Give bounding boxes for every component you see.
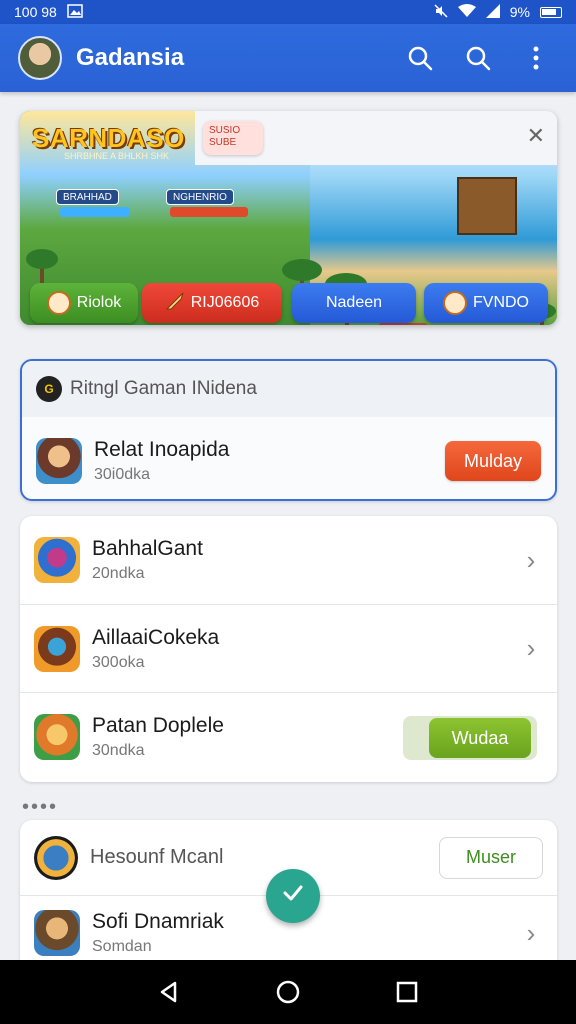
avatar[interactable] xyxy=(18,36,62,80)
recents-icon[interactable] xyxy=(385,970,429,1014)
featured-header: G Ritngl Gaman INidena xyxy=(22,361,555,417)
item-subtitle: Somdan xyxy=(92,938,152,955)
siege-tower-icon xyxy=(457,177,517,235)
banner-button-2-label: RIJ06606 xyxy=(190,294,260,311)
game-icon xyxy=(34,537,80,583)
hud-bar-left xyxy=(60,207,130,217)
image-icon xyxy=(67,3,83,21)
check-fab[interactable] xyxy=(266,869,320,923)
list-item[interactable]: Patan Doplele 30ndka Wudaa xyxy=(20,692,557,780)
mute-icon xyxy=(434,3,448,21)
play-button[interactable]: Mulday xyxy=(445,441,541,481)
chevron-right-icon[interactable]: › xyxy=(519,918,543,949)
item-title: Relat Inoapida xyxy=(94,438,230,461)
banner-button-4[interactable]: FVNDO xyxy=(424,283,548,323)
banner-button-3[interactable]: Nadeen xyxy=(292,283,416,323)
featured-card: G Ritngl Gaman INidena Relat Inoapida 30… xyxy=(20,359,557,501)
pagoda-icon xyxy=(378,323,428,325)
banner-logo: SARNDASO xyxy=(32,123,185,153)
app-bar: Gadansia xyxy=(0,24,576,92)
back-icon[interactable] xyxy=(147,970,191,1014)
game-list: BahhalGant 20ndka › AillaaiCokeka 300oka… xyxy=(20,516,557,782)
item-title: BahhalGant xyxy=(92,537,203,560)
status-time: 100 98 xyxy=(14,4,57,20)
list-item[interactable]: AillaaiCokeka 300oka › xyxy=(20,604,557,692)
banner-button-1[interactable]: Riolok xyxy=(30,283,138,323)
check-icon xyxy=(281,881,305,912)
status-bar: 100 98 9% xyxy=(0,0,576,24)
palm-tree-icon xyxy=(282,259,322,281)
chevron-right-icon[interactable]: › xyxy=(519,633,543,664)
game-icon xyxy=(34,910,80,956)
game-icon xyxy=(34,835,78,880)
coin-icon xyxy=(46,291,71,315)
list-item[interactable]: BahhalGant 20ndka › xyxy=(20,516,557,604)
app-title: Gadansia xyxy=(76,44,185,71)
wifi-icon xyxy=(457,3,476,21)
banner-button-3-label: Nadeen xyxy=(325,294,383,311)
section-header-text: Hesounf Mcanl xyxy=(90,846,224,868)
search-icon[interactable] xyxy=(398,36,442,80)
install-button[interactable]: Wudaa xyxy=(429,718,531,758)
banner-chip[interactable]: SUSIO SUBE xyxy=(203,121,263,155)
banner-button-1-label: Riolok xyxy=(76,294,122,311)
system-nav-bar xyxy=(0,960,576,1024)
item-subtitle: 20ndka xyxy=(92,565,145,582)
more-button[interactable]: Muser xyxy=(439,836,543,879)
promo-banner[interactable]: SARNDASO SHRBHNE A BHLKH SHK SUSIO SUBE … xyxy=(20,111,557,325)
item-subtitle: 300oka xyxy=(92,653,145,671)
game-icon xyxy=(36,438,82,484)
hud-label-left: BRAHHAD xyxy=(56,189,119,205)
item-title: AillaaiCokeka xyxy=(92,625,220,649)
more-vert-icon[interactable] xyxy=(514,36,558,80)
hud-bar-right xyxy=(170,207,248,217)
close-icon[interactable]: ✕ xyxy=(527,123,545,149)
battery-icon xyxy=(540,6,562,18)
game-icon xyxy=(34,713,80,760)
list-item[interactable]: Relat Inoapida 30i0dka Mulday xyxy=(22,417,555,505)
chevron-right-icon[interactable]: › xyxy=(519,545,543,576)
avatar-icon xyxy=(443,291,467,315)
banner-button-2[interactable]: RIJ06606 xyxy=(142,283,282,323)
search-icon[interactable] xyxy=(456,36,500,80)
featured-header-text: Ritngl Gaman INidena xyxy=(70,378,257,399)
sword-icon xyxy=(165,291,185,316)
game-icon xyxy=(34,625,80,672)
signal-icon xyxy=(485,3,500,21)
game-badge-icon: G xyxy=(36,376,62,402)
item-subtitle: 30i0dka xyxy=(94,466,151,483)
palm-tree-icon xyxy=(26,249,58,269)
banner-button-4-label: FVNDO xyxy=(473,294,529,311)
install-button-container: Wudaa xyxy=(403,716,537,760)
home-icon[interactable] xyxy=(266,970,310,1014)
battery-percent: 9% xyxy=(509,4,530,20)
hud-label-right: NGHENRIO xyxy=(166,189,234,205)
more-dots-icon[interactable]: •••• xyxy=(22,796,58,819)
banner-logo-subtitle: SHRBHNE A BHLKH SHK xyxy=(64,151,170,161)
